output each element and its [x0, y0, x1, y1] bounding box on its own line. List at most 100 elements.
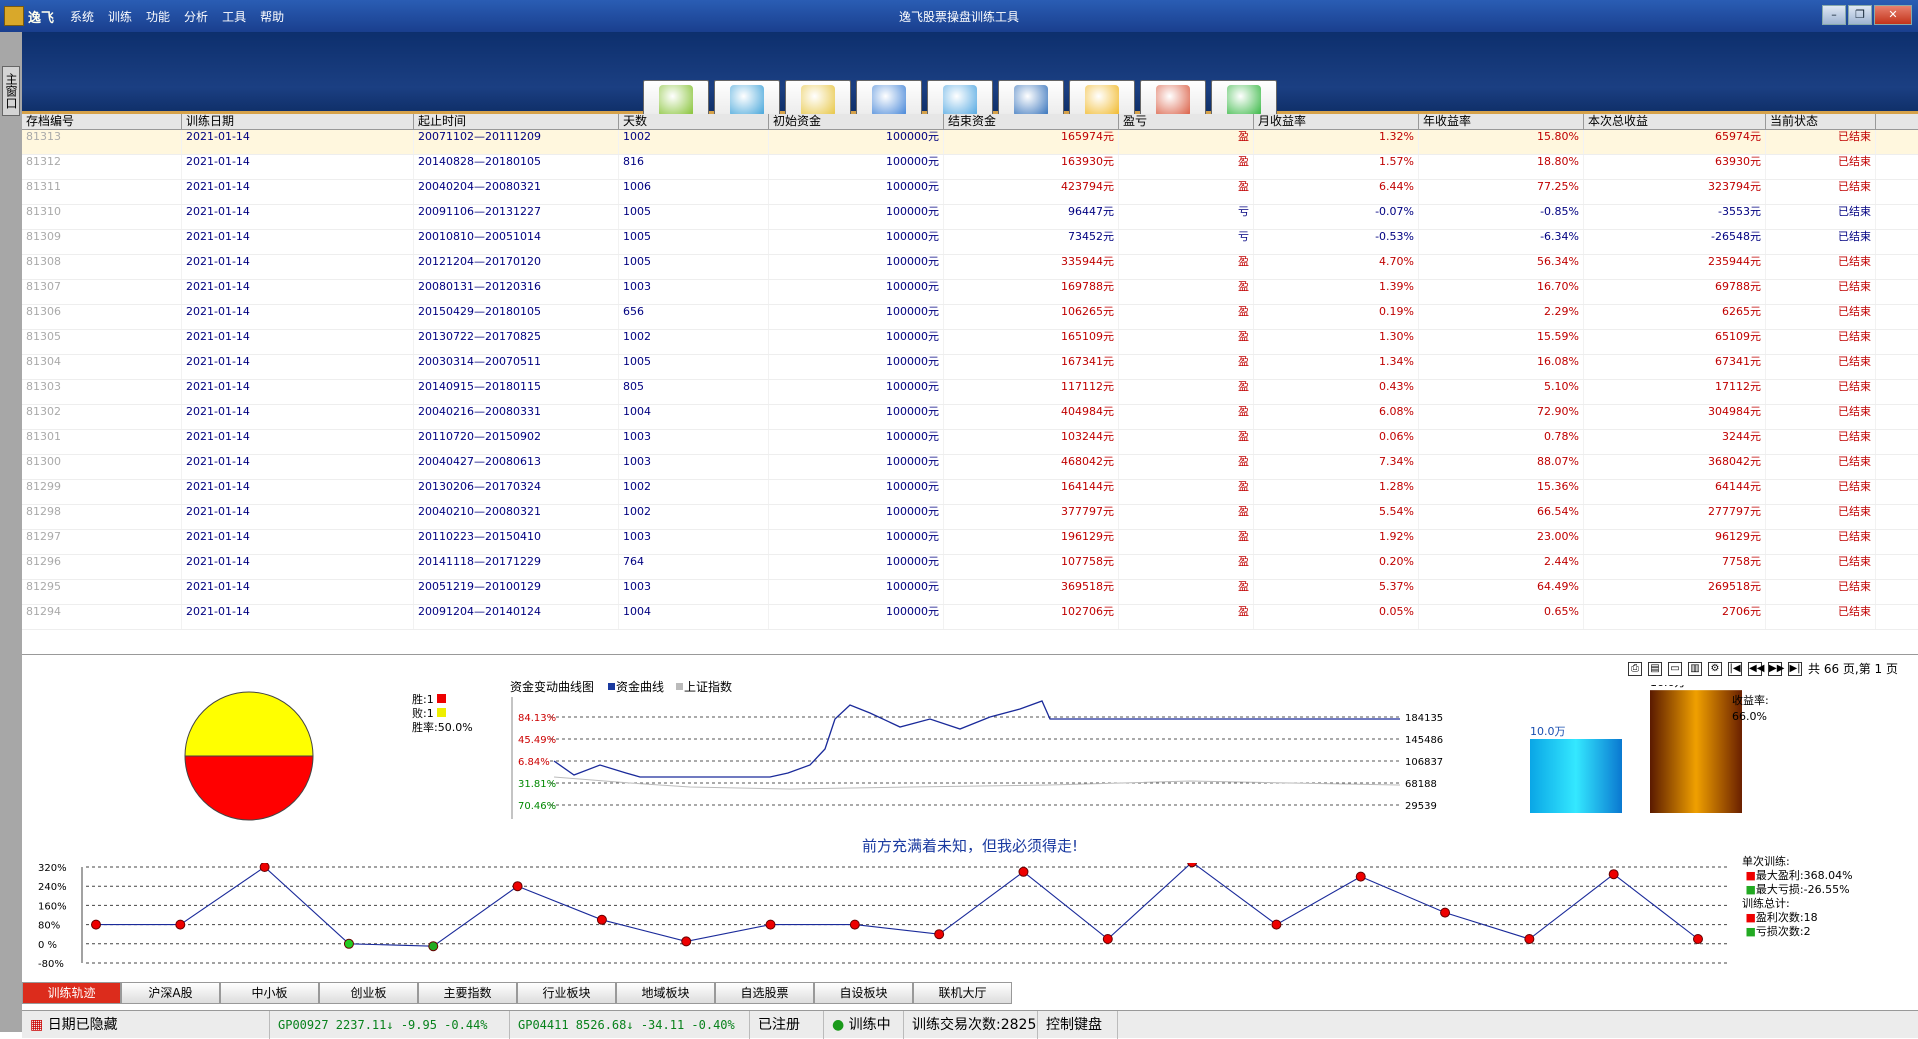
menu-item[interactable]: 帮助 — [260, 8, 284, 25]
left-tick: 6.84% — [518, 757, 550, 768]
table-row[interactable]: 81309 2021-01-14 20010810—20051014 1005 1000… — [22, 230, 1918, 255]
table-cell: 64144元 — [1584, 480, 1766, 504]
column-header[interactable]: 起止时间 — [414, 114, 619, 129]
close-button[interactable]: ✕ — [1874, 5, 1912, 25]
table-cell: 1002 — [619, 480, 769, 504]
table-row[interactable]: 81308 2021-01-14 20121204—20170120 1005 1000… — [22, 255, 1918, 280]
table-row[interactable]: 81297 2021-01-14 20110223—20150410 1003 1000… — [22, 530, 1918, 555]
trajectory-point — [1524, 934, 1535, 944]
table-row[interactable]: 81304 2021-01-14 20030314—20070511 1005 1000… — [22, 355, 1918, 380]
delete-icon[interactable]: ▥ — [1688, 661, 1703, 676]
table-cell: 368042元 — [1584, 455, 1766, 479]
table-cell: 2021-01-14 — [182, 430, 414, 454]
table-row[interactable]: 81312 2021-01-14 20140828—20180105 816 10000… — [22, 155, 1918, 180]
table-row[interactable]: 81296 2021-01-14 20141118—20171229 764 10000… — [22, 555, 1918, 580]
settings-icon[interactable]: ⚙ — [1708, 661, 1723, 676]
table-row[interactable]: 81301 2021-01-14 20110720—20150902 1003 1000… — [22, 430, 1918, 455]
analysis-panel: ⎙ ▤ ▭ ▥ ⚙ |◀ ◀◀ ▶▶ ▶| 共 66 页,第 1 页 胜:1 败:1 胜率:50.… — [22, 654, 1918, 978]
first-icon[interactable]: |◀ — [1728, 661, 1743, 676]
table-cell: 1005 — [619, 230, 769, 254]
prev-icon[interactable]: ◀◀ — [1748, 661, 1764, 676]
table-row[interactable]: 81306 2021-01-14 20150429—20180105 656 10000… — [22, 305, 1918, 330]
return-rate-title: 收益率: — [1732, 694, 1769, 707]
trajectory-line — [96, 863, 1699, 947]
table-cell: 20110720—20150902 — [414, 430, 619, 454]
table-cell: 81304 — [22, 355, 182, 379]
table-cell: 100000元 — [769, 430, 944, 454]
table-cell: 468042元 — [944, 455, 1119, 479]
tab-6[interactable]: 地域板块 — [616, 982, 715, 1004]
table-row[interactable]: 81303 2021-01-14 20140915—20180115 805 10000… — [22, 380, 1918, 405]
column-header[interactable]: 存档编号 — [22, 114, 182, 129]
table-cell: 20091106—20131227 — [414, 205, 619, 229]
column-header[interactable]: 月收益率 — [1254, 114, 1419, 129]
table-cell: 已结束 — [1766, 155, 1876, 179]
motto-text: 前方充满着未知，但我必须得走! — [861, 837, 1078, 855]
tab-0[interactable]: 训练轨迹 — [22, 982, 121, 1004]
menu-item[interactable]: 系统 — [70, 8, 94, 25]
tab-2[interactable]: 中小板 — [220, 982, 319, 1004]
table-cell: 81305 — [22, 330, 182, 354]
tab-3[interactable]: 创业板 — [319, 982, 418, 1004]
tab-9[interactable]: 联机大厅 — [913, 982, 1012, 1004]
table-row[interactable]: 81299 2021-01-14 20130206—20170324 1002 1000… — [22, 480, 1918, 505]
column-header[interactable]: 初始资金 — [769, 114, 944, 129]
column-header[interactable]: 盈亏 — [1119, 114, 1254, 129]
print-icon[interactable]: ⎙ — [1628, 661, 1643, 676]
table-row[interactable]: 81305 2021-01-14 20130722—20170825 1002 1000… — [22, 330, 1918, 355]
next-icon[interactable]: ▶▶ — [1768, 661, 1784, 676]
table-cell: 100000元 — [769, 505, 944, 529]
table-cell: -26548元 — [1584, 230, 1766, 254]
table-row[interactable]: 81295 2021-01-14 20051219—20100129 1003 1000… — [22, 580, 1918, 605]
table-header: 存档编号 训练日期 起止时间 天数 初始资金 结束资金 盈亏 月收益率 年收益率 本次总收益 当前状… — [22, 114, 1918, 130]
menu-item[interactable]: 工具 — [222, 8, 246, 25]
column-header[interactable]: 结束资金 — [944, 114, 1119, 129]
table-row[interactable]: 81311 2021-01-14 20040204—20080321 1006 1000… — [22, 180, 1918, 205]
table-cell: 20040216—20080331 — [414, 405, 619, 429]
table-row[interactable]: 81302 2021-01-14 20040216—20080331 1004 1000… — [22, 405, 1918, 430]
tab-8[interactable]: 自设板块 — [814, 982, 913, 1004]
table-cell: 88.07% — [1419, 455, 1584, 479]
calendar-icon: ▦ — [30, 1016, 44, 1033]
export-icon[interactable]: ▭ — [1668, 661, 1683, 676]
table-row[interactable]: 81310 2021-01-14 20091106—20131227 1005 1000… — [22, 205, 1918, 230]
tab-4[interactable]: 主要指数 — [418, 982, 517, 1004]
tab-1[interactable]: 沪深A股 — [121, 982, 220, 1004]
last-icon[interactable]: ▶| — [1788, 661, 1803, 676]
restore-button[interactable]: ❐ — [1848, 5, 1872, 25]
menu-item[interactable]: 训练 — [108, 8, 132, 25]
column-header[interactable]: 训练日期 — [182, 114, 414, 129]
table-cell: 323794元 — [1584, 180, 1766, 204]
column-header[interactable]: 天数 — [619, 114, 769, 129]
table-row[interactable]: 81307 2021-01-14 20080131—20120316 1003 1000… — [22, 280, 1918, 305]
table-cell: 已结束 — [1766, 380, 1876, 404]
column-header[interactable]: 当前状态 — [1766, 114, 1876, 129]
table-row[interactable]: 81298 2021-01-14 20040210—20080321 1002 1000… — [22, 505, 1918, 530]
table-row[interactable]: 81313 2021-01-14 20071102—20111209 1002 1000… — [22, 130, 1918, 155]
menu-item[interactable]: 功能 — [146, 8, 170, 25]
column-header[interactable]: 年收益率 — [1419, 114, 1584, 129]
column-header[interactable]: 本次总收益 — [1584, 114, 1766, 129]
copy-icon[interactable]: ▤ — [1648, 661, 1663, 676]
table-cell: 100000元 — [769, 255, 944, 279]
table-cell: 已结束 — [1766, 505, 1876, 529]
table-cell: 81308 — [22, 255, 182, 279]
table-cell: 100000元 — [769, 555, 944, 579]
side-tab-main-window[interactable]: 主窗口 — [2, 66, 20, 116]
table-cell: 100000元 — [769, 180, 944, 204]
table-cell: 18.80% — [1419, 155, 1584, 179]
table-row[interactable]: 81300 2021-01-14 20040427—20080613 1003 1000… — [22, 455, 1918, 480]
table-cell: 102706元 — [944, 605, 1119, 629]
tab-5[interactable]: 行业板块 — [517, 982, 616, 1004]
table-cell: 20121204—20170120 — [414, 255, 619, 279]
minimize-button[interactable]: – — [1822, 5, 1846, 25]
stop-icon — [730, 85, 764, 117]
control-keyboard-button[interactable]: 控制键盘 — [1038, 1010, 1118, 1039]
table-row[interactable]: 81294 2021-01-14 20091204—20140124 1004 1000… — [22, 605, 1918, 630]
table-cell: 盈 — [1119, 530, 1254, 554]
table-cell: 377797元 — [944, 505, 1119, 529]
menu-item[interactable]: 分析 — [184, 8, 208, 25]
right-tick: 29539 — [1405, 801, 1437, 812]
tab-7[interactable]: 自选股票 — [715, 982, 814, 1004]
table-cell: 81311 — [22, 180, 182, 204]
